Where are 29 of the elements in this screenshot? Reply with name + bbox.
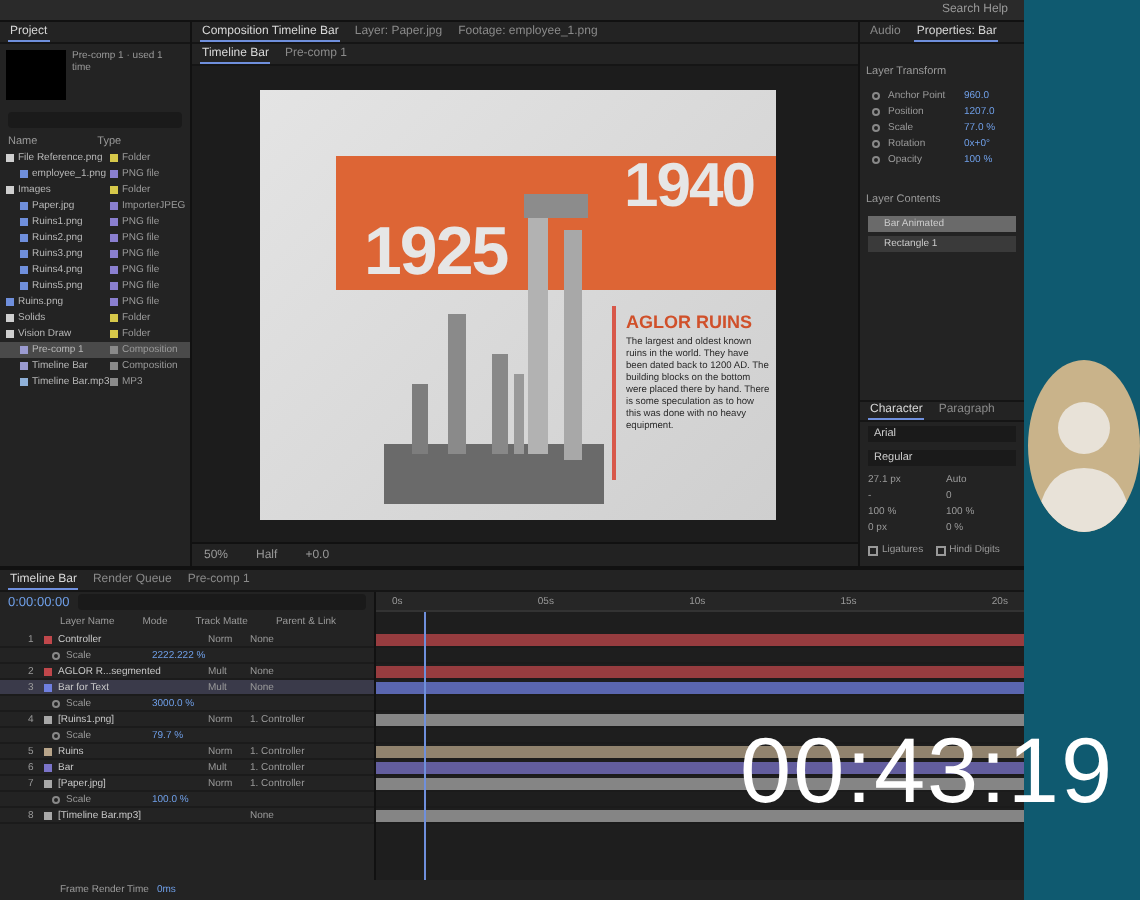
checkbox[interactable] (935, 545, 946, 555)
label-swatch-icon (110, 234, 118, 242)
video-timecode: 00:43:19 (740, 716, 1115, 824)
stopwatch-icon[interactable] (52, 699, 60, 707)
checkbox[interactable] (868, 545, 878, 555)
file-icon (20, 170, 28, 178)
label-swatch-icon (110, 282, 118, 290)
label-swatch-icon (110, 250, 118, 258)
label-swatch-icon (110, 378, 118, 386)
heading-text: AGLOR RUINS (626, 311, 752, 331)
folder-icon (6, 186, 14, 194)
label-swatch-icon (110, 186, 118, 194)
stopwatch-icon[interactable] (52, 795, 60, 803)
label-swatch-icon (110, 154, 118, 162)
label-swatch-icon (110, 314, 118, 322)
thumbnail-preview (6, 50, 66, 100)
label-swatch-icon (110, 346, 118, 354)
year-text: 1940 (624, 149, 754, 221)
year-text: 1925 (364, 213, 508, 291)
label-swatch-icon (110, 298, 118, 306)
stopwatch-icon[interactable] (52, 731, 60, 739)
stopwatch-icon[interactable] (52, 651, 60, 659)
label-swatch-icon (110, 170, 118, 178)
folder-icon (6, 154, 14, 162)
label-swatch-icon (110, 330, 118, 338)
label-swatch-icon (110, 362, 118, 370)
label-swatch-icon (110, 202, 118, 210)
label-swatch-icon (110, 218, 118, 226)
label-swatch-icon (110, 266, 118, 274)
